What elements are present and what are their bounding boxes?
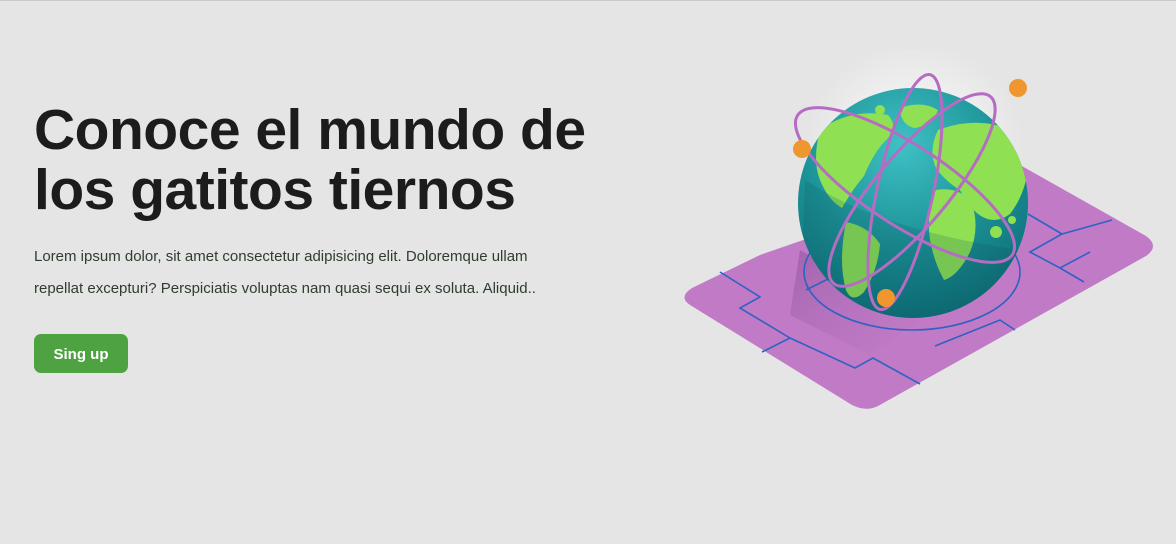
hero-section: Conoce el mundo de los gatitos tiernos L… <box>34 100 614 373</box>
hero-description: Lorem ipsum dolor, sit amet consectetur … <box>34 248 536 297</box>
orbit-dot <box>793 140 811 158</box>
orbit-dot <box>877 289 895 307</box>
orbit-dot <box>1009 79 1027 97</box>
globe-sim-card-illustration <box>676 40 1166 420</box>
signup-button[interactable]: Sing up <box>34 334 128 373</box>
hero-title: Conoce el mundo de los gatitos tiernos <box>34 98 586 222</box>
top-border <box>0 0 1176 1</box>
illustration-svg <box>684 40 1153 409</box>
